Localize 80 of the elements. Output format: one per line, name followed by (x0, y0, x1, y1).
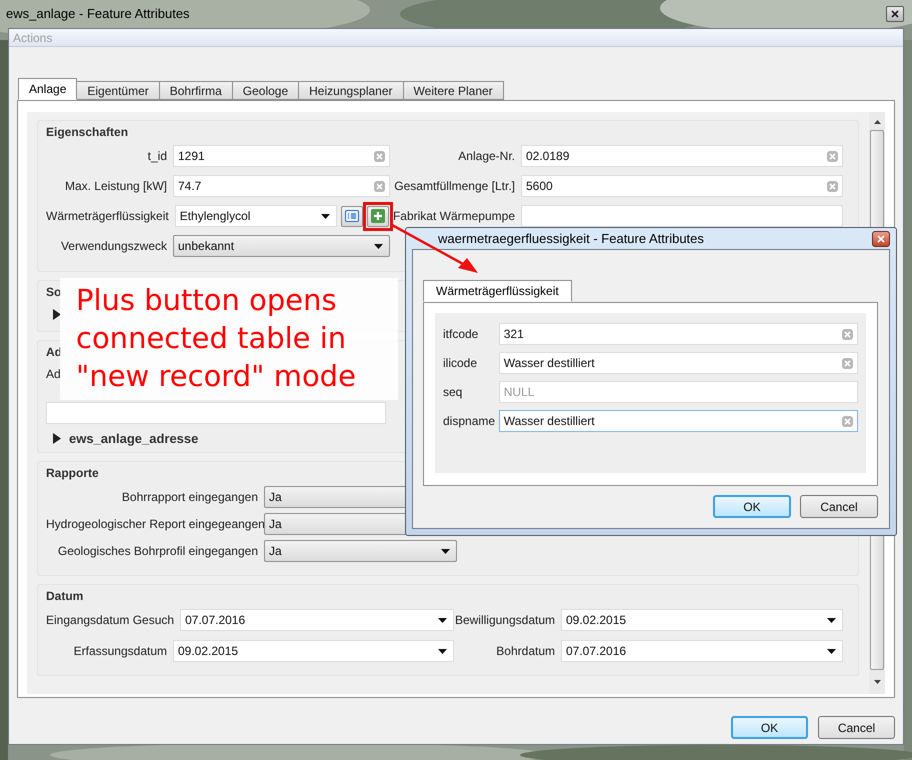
close-button[interactable] (886, 6, 904, 22)
caret-icon (320, 214, 330, 218)
field-label: Geologisches Bohrprofil eingegangen (56, 543, 259, 560)
list-icon (344, 210, 359, 222)
field-label: Anlage-Nr. (457, 148, 516, 165)
group-title: So (46, 285, 62, 299)
tab[interactable]: Weitere Planer (402, 81, 504, 100)
close-icon (877, 234, 885, 242)
caret-icon (438, 648, 447, 654)
field-label: seq (443, 384, 464, 401)
text-field[interactable]: 5600 (521, 175, 843, 197)
clear-icon[interactable] (842, 416, 853, 426)
field-label: t_id (146, 148, 168, 165)
date-field[interactable]: Ethylenglycol (174, 205, 337, 227)
clear-icon[interactable] (842, 358, 853, 368)
text-field[interactable]: 74.7 (173, 175, 390, 197)
field-label: Hydrogeologischer Report eingegeangen (46, 516, 264, 533)
scroll-up-icon[interactable] (874, 120, 880, 124)
plus-icon (370, 209, 385, 223)
field-label: Verwendungszweck (60, 238, 168, 255)
text-field[interactable]: 02.0189 (521, 145, 843, 167)
dropdown[interactable]: Ja (264, 540, 457, 562)
close-button[interactable] (872, 230, 890, 246)
scroll-down-icon[interactable] (874, 680, 880, 684)
add-button[interactable] (366, 206, 389, 226)
group-title: Eigenschaften (46, 125, 128, 139)
group-title: Ad (46, 345, 62, 359)
caret-icon (441, 548, 450, 554)
group-title: Rapporte (46, 466, 99, 480)
field-label: Eingangsdatum Gesuch (46, 612, 176, 629)
tab[interactable]: Eigentümer (76, 81, 160, 100)
relation-title[interactable]: ews_anlage_adresse (69, 429, 198, 448)
text-field[interactable]: 1291 (173, 145, 390, 167)
clear-icon[interactable] (374, 180, 385, 192)
caret-icon (827, 618, 836, 622)
tab[interactable]: Heizungsplaner (298, 81, 404, 100)
field-label: dispname (443, 413, 496, 430)
field-label: Bohrrapport eingegangen (120, 489, 259, 506)
clear-icon[interactable] (827, 180, 838, 192)
text-field[interactable]: 321 (498, 323, 858, 345)
dialog-button[interactable]: Cancel (800, 495, 878, 518)
clear-icon[interactable] (842, 328, 853, 340)
date-field[interactable]: 09.02.2015 (173, 640, 454, 662)
list-button[interactable] (340, 206, 363, 226)
field-label: Erfassungsdatum (72, 643, 168, 660)
caret-icon (827, 648, 836, 654)
field-label: ilicode (443, 355, 478, 372)
close-icon (891, 10, 899, 18)
text-field[interactable] (521, 205, 843, 227)
tab[interactable]: Anlage (18, 78, 78, 100)
date-field[interactable]: 09.02.2015 (561, 609, 843, 631)
tab[interactable]: Bohrfirma (158, 81, 233, 100)
dropdown[interactable]: unbekannt (173, 235, 390, 257)
text-field[interactable]: Wasser destilliert (498, 352, 858, 374)
text-field[interactable] (46, 402, 386, 424)
field-label: Fabrikat Wärmepumpe (392, 208, 516, 225)
annotation-text: Plus button opens connected table in "new record" mode (76, 282, 357, 395)
caret-icon (374, 244, 383, 248)
date-field[interactable]: 07.07.2016 (180, 609, 454, 631)
field-label: Gesamtfüllmenge [Ltr.] (393, 178, 516, 195)
caret-icon (438, 618, 447, 622)
tab[interactable]: Wärmeträgerflüssigkeit (423, 280, 572, 302)
field-label: itfcode (443, 326, 480, 343)
tab[interactable]: Geologe (232, 81, 300, 100)
field-label: Bohrdatum (495, 643, 556, 660)
field-label: Wärmeträgerflüssigkeit (46, 208, 170, 225)
dialog-button[interactable]: OK (713, 495, 791, 518)
clear-icon[interactable] (827, 150, 838, 162)
text-field[interactable]: Wasser destilliert (498, 410, 858, 432)
window-title: ews_anlage - Feature Attributes (6, 5, 190, 24)
dialog-button[interactable]: OK (731, 716, 808, 739)
expand-icon[interactable] (53, 433, 61, 444)
field-label: Max. Leistung [kW] (64, 178, 168, 195)
field-label: Bewilligungsdatum (454, 612, 556, 629)
field-label: Ad (46, 366, 61, 383)
clear-icon[interactable] (374, 150, 385, 162)
group-title: Datum (46, 589, 84, 603)
date-field[interactable]: 07.07.2016 (561, 640, 843, 662)
dialog-title: waermetraegerfluessigkeit - Feature Attributes (438, 230, 704, 248)
dialog-button[interactable]: Cancel (818, 716, 895, 739)
